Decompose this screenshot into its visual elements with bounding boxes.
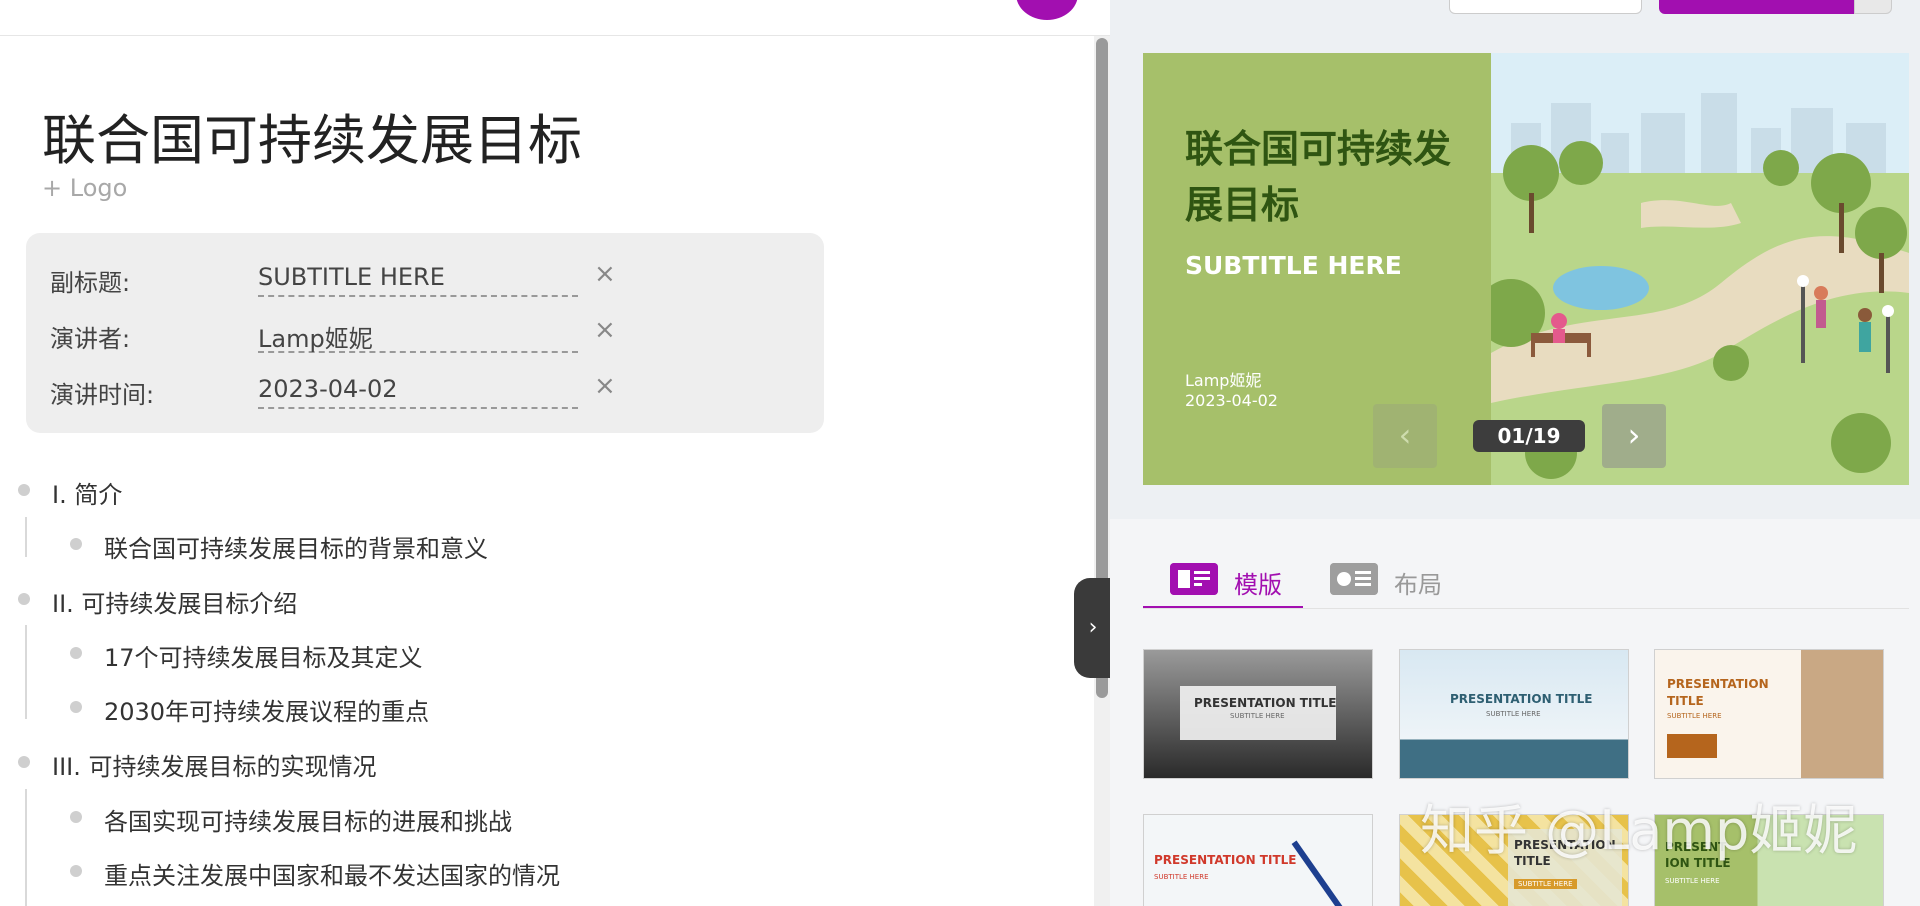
dropdown-toggle-button[interactable] xyxy=(1854,0,1892,14)
thumbnail-title: PRESENTATION TITLE xyxy=(1194,696,1337,710)
bullet-icon xyxy=(70,865,82,877)
next-slide-button[interactable]: › xyxy=(1602,404,1666,468)
subtitle-field[interactable]: SUBTITLE HERE xyxy=(258,261,578,297)
layout-icon xyxy=(1330,563,1378,595)
thumbnail-title: PRESENTATION TITLE xyxy=(1450,692,1593,706)
clear-speaker-icon[interactable]: × xyxy=(594,315,616,345)
slide-subtitle: SUBTITLE HERE xyxy=(1185,251,1402,280)
outline-item-text: 重点关注发展中国家和最不发达国家的情况 xyxy=(104,862,560,890)
tabs-divider xyxy=(1143,608,1909,609)
thumbnail-badge xyxy=(1667,734,1717,758)
outline-item-text: 各国实现可持续发展目标的进展和挑战 xyxy=(104,808,512,836)
date-row: 演讲时间: 2023-04-02 × xyxy=(50,365,810,415)
template-thumbnail[interactable]: PRESENTATION TITLE SUBTITLE HERE xyxy=(1143,814,1373,906)
outline-item-text: 17个可持续发展目标及其定义 xyxy=(104,644,423,672)
template-thumbnail[interactable]: PRESENTATION TITLE SUBTITLE HERE xyxy=(1399,649,1629,779)
date-field[interactable]: 2023-04-02 xyxy=(258,373,578,409)
slide-title: 联合国可持续发展目标 xyxy=(1185,127,1452,227)
subtitle-label: 副标题: xyxy=(50,269,131,297)
thumbnail-subtitle: SUBTITLE HERE xyxy=(1230,712,1285,720)
slide-preview: 联合国可持续发展目标 SUBTITLE HERE Lamp姬妮 2023-04-… xyxy=(1143,53,1909,485)
bullet-icon xyxy=(70,538,82,550)
thumbnail-subtitle: SUBTITLE HERE xyxy=(1665,877,1720,885)
bullet-icon xyxy=(70,811,82,823)
bullet-icon xyxy=(18,484,30,496)
speaker-label: 演讲者: xyxy=(50,325,131,353)
tab-templates[interactable]: 模版 xyxy=(1110,561,1310,609)
preview-panel: 联合国可持续发展目标 SUBTITLE HERE Lamp姬妮 2023-04-… xyxy=(1110,0,1920,906)
clear-date-icon[interactable]: × xyxy=(594,371,616,401)
outline-guide xyxy=(25,789,27,906)
outline-guide xyxy=(25,517,27,557)
slide-date: 2023-04-02 xyxy=(1185,391,1278,410)
collapse-panel-button[interactable]: › xyxy=(1074,578,1110,678)
slide-author: Lamp姬妮 xyxy=(1185,371,1262,390)
avatar[interactable] xyxy=(1016,0,1078,20)
template-thumbnail[interactable]: PRESENTATION TITLE SUBTITLE HERE xyxy=(1143,649,1373,779)
template-thumbnail[interactable]: PRESENTATION TITLE SUBTITLE HERE xyxy=(1654,649,1884,779)
outline-item-text: II. 可持续发展目标介绍 xyxy=(52,590,298,618)
bullet-icon xyxy=(70,701,82,713)
outline-guide xyxy=(25,625,27,719)
bullet-icon xyxy=(18,593,30,605)
speaker-row: 演讲者: Lamp姬妮 × xyxy=(50,309,810,359)
tab-layout[interactable]: 布局 xyxy=(1330,561,1530,609)
speaker-field[interactable]: Lamp姬妮 xyxy=(258,317,578,353)
secondary-button[interactable] xyxy=(1449,0,1642,14)
primary-button[interactable] xyxy=(1659,0,1854,14)
outline-item-text: 联合国可持续发展目标的背景和意义 xyxy=(104,535,488,563)
editor-scrollbar[interactable] xyxy=(1094,36,1110,906)
thumbnail-subtitle: SUBTITLE HERE xyxy=(1667,712,1722,720)
thumbnail-subtitle: SUBTITLE HERE xyxy=(1514,879,1577,889)
date-label: 演讲时间: xyxy=(50,381,155,409)
meta-panel: 副标题: SUBTITLE HERE × 演讲者: Lamp姬妮 × 演讲时间:… xyxy=(26,233,824,433)
watermark: 知乎 @Lamp姬妮 xyxy=(1420,799,1858,862)
template-icon xyxy=(1170,563,1218,595)
bullet-icon xyxy=(70,647,82,659)
outline-editor: 联合国可持续发展目标 + Logo 副标题: SUBTITLE HERE × 演… xyxy=(0,0,1110,906)
bullet-icon xyxy=(18,756,30,768)
outline-item-text: III. 可持续发展目标的实现情况 xyxy=(52,753,377,781)
pen-decoration xyxy=(1291,840,1343,906)
prev-slide-button[interactable]: ‹ xyxy=(1373,404,1437,468)
top-bar xyxy=(0,0,1110,36)
add-logo-link[interactable]: + Logo xyxy=(42,174,127,202)
presentation-title[interactable]: 联合国可持续发展目标 xyxy=(42,96,582,175)
subtitle-row: 副标题: SUBTITLE HERE × xyxy=(50,253,810,303)
thumbnail-title: PRESENTATION TITLE xyxy=(1154,853,1297,867)
tab-templates-label: 模版 xyxy=(1234,571,1282,599)
clear-subtitle-icon[interactable]: × xyxy=(594,259,616,289)
tab-layout-label: 布局 xyxy=(1394,571,1442,599)
thumbnail-title: PRESENTATION TITLE xyxy=(1667,677,1769,708)
outline-item-text: I. 简介 xyxy=(52,481,123,509)
slide-counter: 01/19 xyxy=(1473,420,1585,452)
thumbnail-subtitle: SUBTITLE HERE xyxy=(1486,710,1541,718)
thumbnail-subtitle: SUBTITLE HERE xyxy=(1154,873,1209,881)
outline-item-text: 2030年可持续发展议程的重点 xyxy=(104,698,430,726)
